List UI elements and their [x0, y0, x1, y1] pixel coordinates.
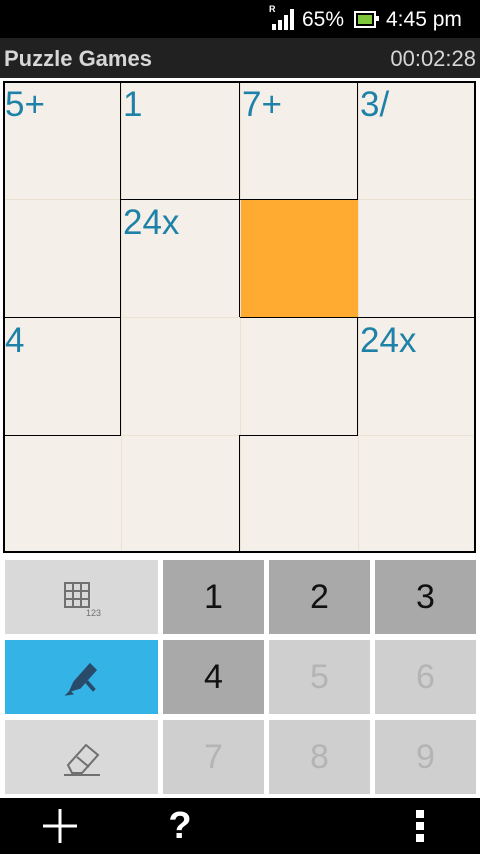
grid-cell[interactable]: 3/: [358, 81, 476, 199]
overflow-menu-icon: [416, 810, 424, 842]
cage-border: [239, 199, 240, 317]
cage-border: [239, 435, 240, 553]
grid-cell-selected[interactable]: [240, 199, 358, 317]
grid-cell[interactable]: [121, 435, 240, 553]
grid-cell[interactable]: 24x: [358, 317, 476, 435]
number-key-7: 7: [163, 720, 264, 794]
grid-cell[interactable]: 5+: [3, 81, 121, 199]
puzzle-area: 5+ 1 7+ 3/24x 4 24x: [0, 78, 480, 556]
help-button[interactable]: ?: [140, 798, 220, 854]
grid-cell[interactable]: [121, 317, 240, 435]
number-key-label: 3: [416, 577, 435, 616]
grid-cell[interactable]: [240, 317, 358, 435]
cage-clue: 1: [123, 85, 143, 124]
game-timer: 00:02:28: [390, 46, 476, 71]
eraser-icon: [63, 743, 100, 776]
cage-border: [120, 81, 121, 199]
grid-cell[interactable]: [3, 199, 121, 317]
cage-border: [3, 317, 121, 318]
battery-percent: 65%: [302, 8, 345, 31]
clock: 4:45 pm: [386, 8, 462, 31]
number-key-1[interactable]: 1: [163, 560, 264, 634]
number-key-label: 1: [204, 577, 223, 616]
eraser-button[interactable]: [5, 720, 158, 794]
number-key-5: 5: [269, 640, 370, 714]
app-title-bar: Puzzle Games 00:02:28: [0, 38, 480, 78]
number-key-label: 4: [204, 657, 223, 696]
overflow-menu-button[interactable]: [380, 798, 460, 854]
number-key-label: 6: [416, 657, 435, 696]
pen-mode-button[interactable]: [5, 640, 158, 714]
grid-icon: 123: [63, 582, 101, 617]
cage-clue: 4: [5, 321, 25, 360]
help-icon: ?: [168, 804, 192, 847]
number-key-8: 8: [269, 720, 370, 794]
number-key-4[interactable]: 4: [163, 640, 264, 714]
roaming-indicator: R: [269, 4, 276, 14]
grid-cell[interactable]: 24x: [121, 199, 240, 317]
grid-cell[interactable]: 7+: [240, 81, 358, 199]
number-key-2[interactable]: 2: [269, 560, 370, 634]
cage-clue: 5+: [5, 85, 45, 124]
grid-cell[interactable]: [240, 435, 358, 553]
cage-clue: 24x: [360, 321, 417, 360]
bottom-action-bar: ?: [0, 798, 480, 854]
cage-border: [357, 81, 358, 199]
app-title: Puzzle Games: [4, 46, 152, 71]
cage-clue: 3/: [360, 85, 390, 124]
cage-border: [240, 435, 358, 436]
battery-icon: [354, 11, 379, 28]
number-key-6: 6: [375, 640, 476, 714]
number-key-label: 2: [310, 577, 329, 616]
cage-clue: 7+: [242, 85, 282, 124]
new-game-button[interactable]: [20, 798, 100, 854]
number-key-label: 9: [416, 737, 435, 776]
cage-border: [239, 81, 240, 199]
number-key-3[interactable]: 3: [375, 560, 476, 634]
puzzle-grid: 5+ 1 7+ 3/24x 4 24x: [3, 81, 476, 553]
svg-text:123: 123: [86, 608, 101, 617]
cage-clue: 24x: [123, 203, 180, 242]
cage-border: [121, 199, 358, 200]
number-key-9: 9: [375, 720, 476, 794]
grid-cell[interactable]: [3, 435, 121, 553]
cage-border: [3, 435, 121, 436]
status-bar: R 65% 4:45 pm: [0, 0, 480, 38]
grid-mode-button[interactable]: 123: [5, 560, 158, 634]
grid-cell[interactable]: 4: [3, 317, 121, 435]
number-key-label: 5: [310, 657, 329, 696]
number-key-label: 7: [204, 737, 223, 776]
number-key-label: 8: [310, 737, 329, 776]
grid-cell[interactable]: [358, 199, 476, 317]
grid-cell[interactable]: [358, 435, 476, 553]
pen-icon: [64, 662, 97, 696]
signal-icon: R: [269, 4, 296, 30]
number-keypad: 123 123456789: [0, 556, 480, 798]
cage-border: [357, 317, 358, 435]
cage-border: [240, 317, 476, 318]
grid-cell[interactable]: 1: [121, 81, 240, 199]
plus-icon: [43, 809, 77, 843]
